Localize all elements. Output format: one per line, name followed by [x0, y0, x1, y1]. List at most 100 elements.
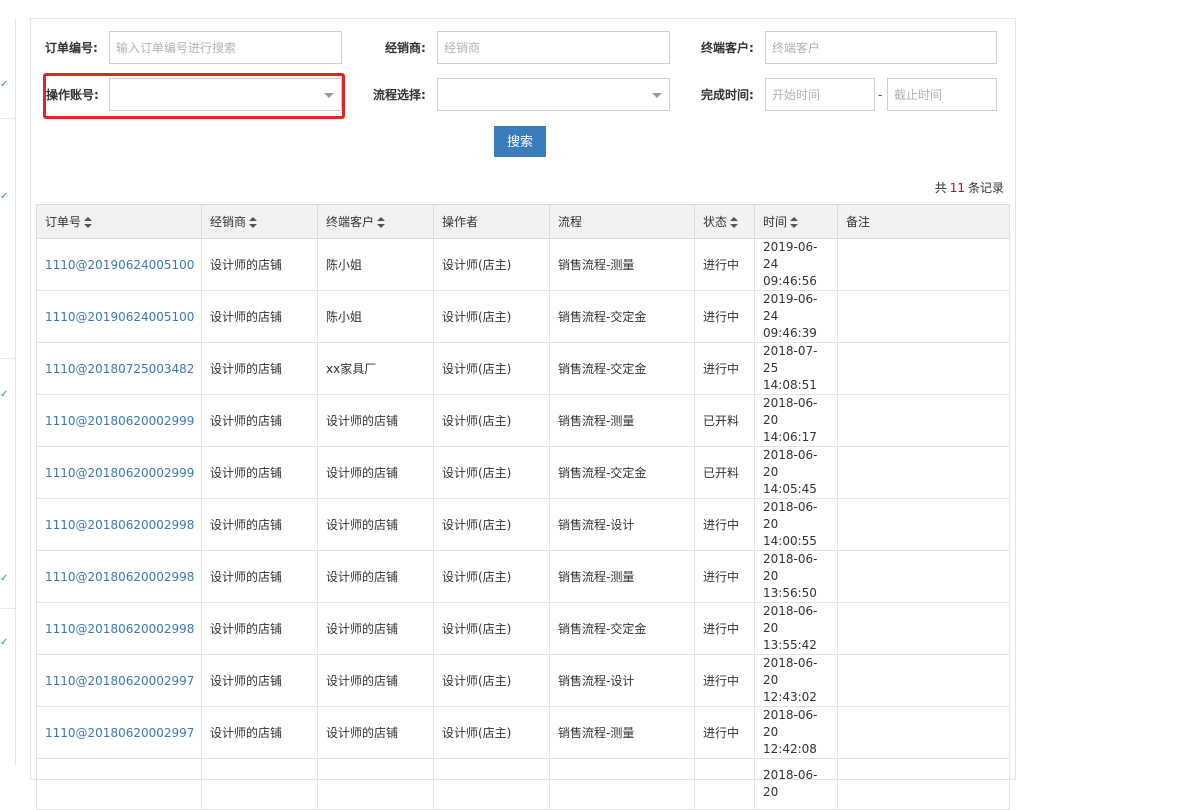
check-icon: ✓ — [0, 191, 9, 202]
table-row[interactable]: 1110@20190624005100 设计师的店铺 陈小姐 设计师(店主) 销售流程-… — [36, 290, 1010, 343]
order-id-cell[interactable]: 1110@20180620002998 — [36, 550, 202, 603]
process-label: 流程选择: — [373, 88, 426, 102]
header-status[interactable]: 状态 — [694, 204, 755, 239]
header-order[interactable]: 订单号 — [36, 204, 202, 239]
header-time[interactable]: 时间 — [754, 204, 838, 239]
operator-cell: 设计师(店主) — [433, 602, 550, 655]
date-separator: - — [878, 88, 883, 102]
dealer-input[interactable] — [437, 31, 670, 64]
operator-cell: 设计师(店主) — [433, 394, 550, 447]
record-count-suffix: 条记录 — [967, 181, 1004, 195]
customer-input[interactable] — [765, 31, 997, 64]
time-cell: 2019-06-24 09:46:39 — [754, 290, 838, 343]
time-cell: 2018-06-20 13:56:50 — [754, 550, 838, 603]
order-no-input[interactable] — [109, 31, 342, 64]
order-id-cell[interactable]: 1110@20180620002998 — [36, 498, 202, 551]
process-cell: 销售流程-交定金 — [549, 446, 695, 499]
order-id-cell[interactable]: 1110@20180620002999 — [36, 446, 202, 499]
time-date: 2018-06-20 — [763, 500, 818, 531]
time-cell: 2018-06-20 12:43:02 — [754, 654, 838, 707]
table-row[interactable]: 1110@20180620002997 设计师的店铺 设计师的店铺 设计师(店主) 销售… — [36, 706, 1010, 759]
order-no-label: 订单编号: — [45, 41, 98, 55]
table-row[interactable]: 1110@20180620002999 设计师的店铺 设计师的店铺 设计师(店主) 销售… — [36, 446, 1010, 499]
time-clock: 14:05:45 — [763, 482, 817, 496]
process-cell: 销售流程-交定金 — [549, 290, 695, 343]
customer-label: 终端客户: — [701, 41, 754, 55]
header-dealer[interactable]: 经销商 — [201, 204, 318, 239]
sort-icon[interactable] — [377, 217, 386, 228]
sort-icon[interactable] — [84, 217, 93, 228]
customer-cell: 设计师的店铺 — [317, 446, 434, 499]
process-cell — [549, 758, 695, 810]
order-id-cell[interactable]: 1110@20190624005100 — [36, 238, 202, 291]
status-cell: 进行中 — [694, 550, 755, 603]
search-button[interactable]: 搜索 — [494, 126, 546, 157]
note-cell — [837, 394, 1010, 447]
operator-cell: 设计师(店主) — [433, 238, 550, 291]
sort-icon[interactable] — [730, 217, 739, 228]
check-icon: ✓ — [0, 573, 9, 584]
header-customer-label: 终端客户 — [326, 215, 375, 229]
customer-cell: 设计师的店铺 — [317, 550, 434, 603]
end-time-input[interactable] — [887, 78, 997, 111]
customer-cell — [317, 758, 434, 810]
time-date: 2018-06-20 — [763, 768, 818, 799]
note-cell — [837, 290, 1010, 343]
status-cell: 已开料 — [694, 446, 755, 499]
process-cell: 销售流程-测量 — [549, 394, 695, 447]
sort-icon[interactable] — [790, 217, 799, 228]
note-cell — [837, 602, 1010, 655]
customer-cell: 设计师的店铺 — [317, 394, 434, 447]
header-process-label: 流程 — [558, 215, 583, 229]
table-row[interactable]: 2018-06-20 — [36, 758, 1010, 810]
table-row[interactable]: 1110@20180620002997 设计师的店铺 设计师的店铺 设计师(店主) 销售… — [36, 654, 1010, 707]
order-id-cell[interactable] — [36, 758, 202, 810]
dealer-cell: 设计师的店铺 — [201, 446, 318, 499]
status-cell — [694, 758, 755, 810]
time-date: 2018-06-20 — [763, 656, 818, 687]
time-clock: 12:42:08 — [763, 742, 817, 756]
customer-cell: 设计师的店铺 — [317, 498, 434, 551]
chevron-down-icon — [652, 93, 662, 98]
header-time-label: 时间 — [763, 215, 788, 229]
header-note: 备注 — [837, 204, 1010, 239]
check-icon: ✓ — [0, 389, 9, 400]
note-cell — [837, 706, 1010, 759]
operator-cell: 设计师(店主) — [433, 654, 550, 707]
order-id-cell[interactable]: 1110@20180620002997 — [36, 654, 202, 707]
orders-table: 订单号 经销商 终端客户 操作者 流程 状态 时间 备注 1110@201906… — [36, 204, 1010, 810]
table-row[interactable]: 1110@20180725003482 设计师的店铺 xx家具厂 设计师(店主) 销售流… — [36, 342, 1010, 395]
start-time-input[interactable] — [765, 78, 875, 111]
time-cell: 2018-06-20 14:00:55 — [754, 498, 838, 551]
customer-cell: 陈小姐 — [317, 290, 434, 343]
order-id-cell[interactable]: 1110@20190624005100 — [36, 290, 202, 343]
divider — [0, 118, 15, 119]
header-customer[interactable]: 终端客户 — [317, 204, 434, 239]
operator-cell: 设计师(店主) — [433, 290, 550, 343]
table-row[interactable]: 1110@20180620002998 设计师的店铺 设计师的店铺 设计师(店主) 销售… — [36, 550, 1010, 603]
order-id-cell[interactable]: 1110@20180620002998 — [36, 602, 202, 655]
process-cell: 销售流程-测量 — [549, 238, 695, 291]
table-row[interactable]: 1110@20180620002998 设计师的店铺 设计师的店铺 设计师(店主) 销售… — [36, 498, 1010, 551]
time-date: 2018-06-20 — [763, 552, 818, 583]
status-cell: 已开料 — [694, 394, 755, 447]
dealer-cell — [201, 758, 318, 810]
divider — [0, 608, 15, 609]
header-order-label: 订单号 — [45, 215, 82, 229]
sidebar-edge: ✓ ✓ ✓ ✓ ✓ — [0, 18, 16, 766]
record-count: 共 11 条记录 — [935, 179, 1004, 196]
table-row[interactable]: 1110@20180620002998 设计师的店铺 设计师的店铺 设计师(店主) 销售… — [36, 602, 1010, 655]
customer-cell: 设计师的店铺 — [317, 602, 434, 655]
check-icon: ✓ — [0, 637, 9, 648]
dealer-cell: 设计师的店铺 — [201, 654, 318, 707]
order-id-cell[interactable]: 1110@20180620002999 — [36, 394, 202, 447]
order-id-cell[interactable]: 1110@20180620002997 — [36, 706, 202, 759]
time-clock: 14:00:55 — [763, 534, 817, 548]
note-cell — [837, 446, 1010, 499]
record-count-number: 11 — [949, 181, 965, 195]
table-row[interactable]: 1110@20180620002999 设计师的店铺 设计师的店铺 设计师(店主) 销售… — [36, 394, 1010, 447]
order-id-cell[interactable]: 1110@20180725003482 — [36, 342, 202, 395]
process-select[interactable] — [437, 78, 670, 111]
sort-icon[interactable] — [249, 217, 258, 228]
table-row[interactable]: 1110@20190624005100 设计师的店铺 陈小姐 设计师(店主) 销售流程-… — [36, 238, 1010, 291]
